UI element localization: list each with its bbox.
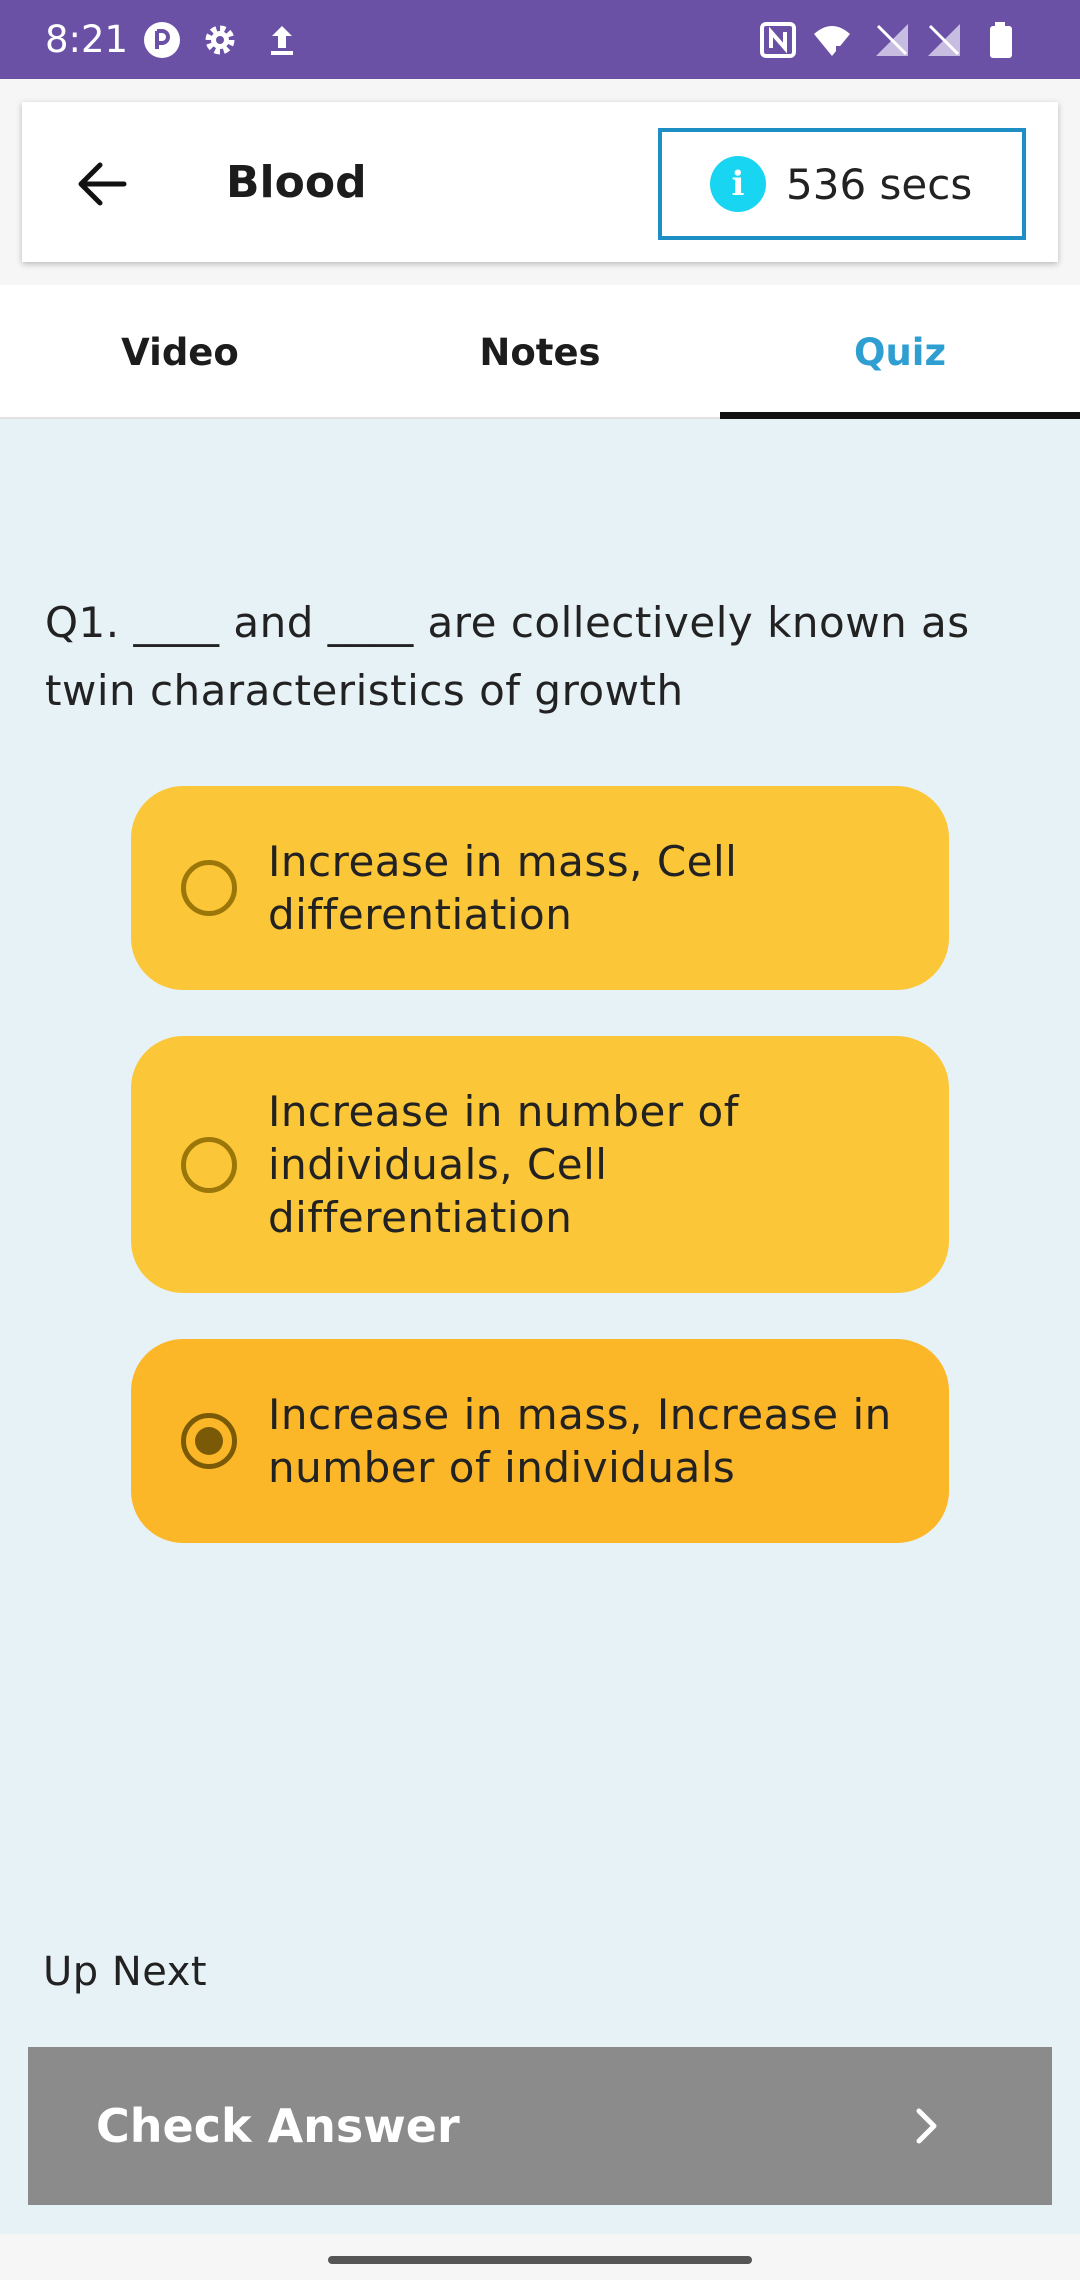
tab-quiz[interactable]: Quiz (720, 285, 1080, 419)
option-label: Increase in mass, Cell differentiation (268, 837, 738, 939)
status-time: 8:21 (45, 18, 129, 61)
battery-icon (990, 22, 1012, 58)
question-text: Q1. ____ and ____ are collectively known… (45, 598, 970, 715)
check-answer-button[interactable]: Check Answer (28, 2047, 1052, 2205)
radio-button[interactable] (181, 860, 237, 916)
record-icon (144, 22, 180, 58)
navigation-bar (0, 2234, 1080, 2280)
nfc-icon (760, 22, 796, 58)
no-signal-icon (876, 24, 908, 56)
arrow-back-icon (78, 162, 127, 206)
page-title: Blood (226, 157, 367, 208)
status-bar: 8:21 (0, 0, 1080, 79)
wifi-icon (814, 26, 850, 58)
tab-indicator (720, 412, 1080, 419)
radio-button[interactable] (181, 1136, 237, 1193)
tab-video[interactable]: Video (0, 285, 360, 419)
info-icon: i (710, 156, 766, 212)
tab-bar: Video Notes Quiz (0, 285, 1080, 419)
timer-box: i 536 secs (658, 128, 1026, 240)
answer-option-1[interactable]: Increase in mass, Cell differentiation (131, 786, 949, 990)
radio-button[interactable] (181, 1413, 237, 1469)
tab-notes[interactable]: Notes (360, 285, 720, 419)
quiz-content: Q1. ____ and ____ are collectively known… (0, 419, 1080, 2234)
gear-icon (205, 25, 235, 55)
chevron-right-icon (916, 2108, 937, 2144)
check-answer-label: Check Answer (96, 2099, 460, 2153)
option-label: Increase in mass, Increase in number of … (268, 1390, 892, 1492)
app-bar: Blood i 536 secs (22, 102, 1058, 262)
option-label: Increase in number of individuals, Cell … (268, 1087, 739, 1242)
answer-option-2[interactable]: Increase in number of individuals, Cell … (131, 1036, 949, 1293)
no-signal-icon (928, 24, 960, 56)
timer-text: 536 secs (786, 159, 973, 209)
back-button[interactable] (74, 146, 174, 222)
upload-icon (271, 26, 293, 55)
home-handle[interactable] (328, 2256, 752, 2264)
up-next-label: Up Next (43, 1949, 208, 1995)
answer-option-3[interactable]: Increase in mass, Increase in number of … (131, 1339, 949, 1543)
